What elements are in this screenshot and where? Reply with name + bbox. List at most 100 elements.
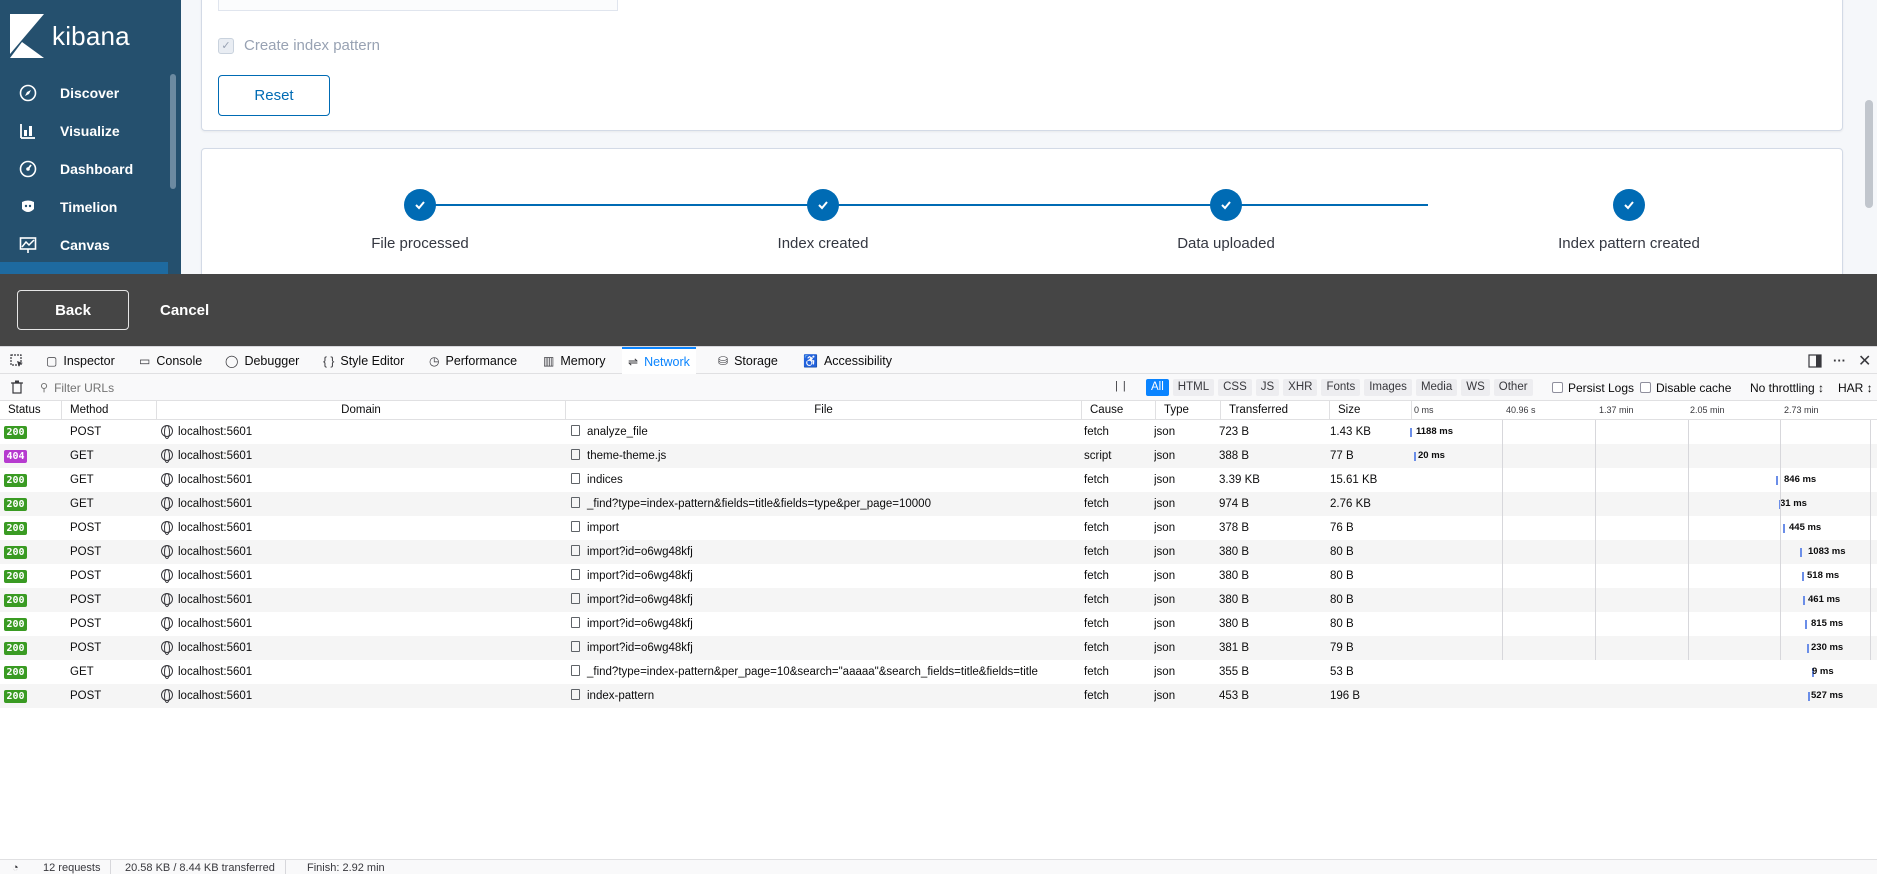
tab-storage[interactable]: ⛁ Storage: [718, 347, 778, 374]
file-cell[interactable]: import: [571, 516, 1081, 540]
status-cell: 200: [4, 540, 54, 564]
tab-console[interactable]: ▭ Console: [139, 347, 202, 374]
sidebar-item-canvas[interactable]: Canvas: [0, 226, 168, 264]
file-cell[interactable]: import?id=o6wg48kfj: [571, 612, 1081, 636]
sidebar-item-timelion[interactable]: Timelion: [0, 188, 168, 226]
file-cell[interactable]: analyze_file: [571, 420, 1081, 444]
file-cell[interactable]: index-pattern: [571, 684, 1081, 708]
filter-all[interactable]: All: [1146, 379, 1169, 396]
status-badge: 200: [4, 642, 27, 655]
filter-placeholder: Filter URLs: [54, 380, 115, 395]
more-options-icon[interactable]: ···: [1833, 347, 1846, 374]
file-cell[interactable]: import?id=o6wg48kfj: [571, 540, 1081, 564]
column-transferred[interactable]: Transferred: [1221, 401, 1330, 420]
filter-images[interactable]: Images: [1364, 379, 1412, 396]
domain-cell: localhost:5601: [161, 612, 561, 636]
column-method[interactable]: Method: [62, 401, 157, 420]
domain-cell: localhost:5601: [161, 636, 561, 660]
tab-style-editor[interactable]: { } Style Editor: [323, 347, 404, 374]
globe-icon: [161, 472, 173, 487]
filter-js[interactable]: JS: [1255, 379, 1280, 396]
create-index-pattern-checkbox[interactable]: ✓: [218, 37, 234, 54]
file-cell[interactable]: theme-theme.js: [571, 444, 1081, 468]
file-cell[interactable]: _find?type=index-pattern&fields=title&fi…: [571, 492, 1081, 516]
waterfall-bar: [1800, 548, 1802, 557]
sidebar-scrollbar[interactable]: [170, 74, 176, 189]
file-cell[interactable]: import?id=o6wg48kfj: [571, 636, 1081, 660]
table-row[interactable]: 200 GET localhost:5601 _find?type=index-pat…: [0, 660, 1877, 684]
column-status[interactable]: Status: [0, 401, 62, 420]
cancel-button[interactable]: Cancel: [160, 290, 209, 330]
sidebar-item-partial[interactable]: [0, 262, 168, 274]
column-file[interactable]: File: [566, 401, 1082, 420]
filter-html[interactable]: HTML: [1172, 379, 1215, 396]
devtools-panel: ··· ✕ ▢ Inspector ▭ Console ◯ Debugger { } Styl…: [0, 346, 1877, 874]
throttling-select[interactable]: No throttling ↕: [1750, 374, 1824, 401]
globe-icon: [161, 520, 173, 535]
file-cell[interactable]: indices: [571, 468, 1081, 492]
filter-fonts[interactable]: Fonts: [1321, 379, 1361, 396]
kibana-logo[interactable]: kibana: [10, 14, 130, 58]
timeline-tick: 2.73 min: [1784, 405, 1819, 415]
file-cell[interactable]: import?id=o6wg48kfj: [571, 588, 1081, 612]
type-cell: json: [1154, 426, 1176, 438]
pause-icon[interactable]: | |: [1115, 380, 1127, 392]
size-cell: 80 B: [1330, 594, 1354, 606]
file-icon: [571, 545, 580, 556]
file-name: indices: [587, 474, 623, 486]
file-icon: [571, 473, 580, 484]
column-type[interactable]: Type: [1156, 401, 1221, 420]
cause-cell: fetch: [1084, 546, 1109, 558]
filter-ws[interactable]: WS: [1461, 379, 1490, 396]
status-badge: 200: [4, 474, 27, 487]
disable-cache-checkbox[interactable]: Disable cache: [1640, 374, 1731, 401]
file-name: import?id=o6wg48kfj: [587, 594, 693, 606]
page-scrollbar[interactable]: [1865, 100, 1873, 208]
element-picker-icon[interactable]: [10, 347, 24, 374]
dock-icon[interactable]: [1808, 347, 1822, 374]
column-cause[interactable]: Cause: [1082, 401, 1156, 420]
domain-cell: localhost:5601: [161, 540, 561, 564]
tab-debugger[interactable]: ◯ Debugger: [225, 347, 299, 374]
filter-xhr[interactable]: XHR: [1283, 379, 1318, 396]
har-menu[interactable]: HAR ↕: [1838, 374, 1873, 401]
close-devtools-icon[interactable]: ✕: [1858, 347, 1871, 374]
waterfall-time: 9 ms: [1812, 666, 1834, 677]
status-badge: 200: [4, 666, 27, 679]
filter-other[interactable]: Other: [1493, 379, 1533, 396]
file-icon: [571, 689, 580, 700]
canvas-icon: [18, 235, 38, 255]
status-cell: 200: [4, 588, 54, 612]
domain-cell: localhost:5601: [161, 564, 561, 588]
sidebar-item-dashboard[interactable]: Dashboard: [0, 150, 168, 188]
sidebar-item-discover[interactable]: Discover: [0, 74, 168, 112]
waterfall-gridline: [1870, 420, 1871, 660]
file-cell[interactable]: import?id=o6wg48kfj: [571, 564, 1081, 588]
waterfall-time: 461 ms: [1808, 594, 1841, 605]
cause-cell: fetch: [1084, 570, 1109, 582]
method-cell: POST: [70, 618, 102, 630]
size-cell: 79 B: [1330, 642, 1354, 654]
back-button[interactable]: Back: [17, 290, 129, 330]
tab-memory[interactable]: ▥ Memory: [543, 347, 606, 374]
status-badge: 404: [4, 450, 27, 463]
filter-urls-input[interactable]: ⚲ Filter URLs: [40, 374, 114, 401]
reset-button[interactable]: Reset: [218, 75, 330, 116]
index-pattern-name-field[interactable]: [218, 0, 618, 11]
kibana-sidebar: kibana Discover Visualize Dashboard Timelio…: [0, 0, 181, 274]
waterfall-bar: [1803, 596, 1805, 605]
file-cell[interactable]: _find?type=index-pattern&per_page=10&sea…: [571, 660, 1081, 684]
tab-performance[interactable]: ◷ Performance: [429, 347, 517, 374]
clear-requests-icon[interactable]: [11, 380, 23, 399]
column-size[interactable]: Size: [1330, 401, 1412, 420]
tab-network[interactable]: ⇌ Network: [622, 347, 696, 374]
persist-logs-checkbox[interactable]: Persist Logs: [1552, 374, 1634, 401]
column-domain[interactable]: Domain: [157, 401, 566, 420]
tab-inspector[interactable]: ▢ Inspector: [46, 347, 115, 374]
table-row[interactable]: 200 POST localhost:5601 index-pattern fetch j…: [0, 684, 1877, 708]
filter-css[interactable]: CSS: [1218, 379, 1252, 396]
filter-media[interactable]: Media: [1415, 379, 1458, 396]
performance-analysis-icon[interactable]: ◔: [12, 860, 29, 874]
sidebar-item-visualize[interactable]: Visualize: [0, 112, 168, 150]
tab-accessibility[interactable]: ♿ Accessibility: [803, 347, 892, 374]
